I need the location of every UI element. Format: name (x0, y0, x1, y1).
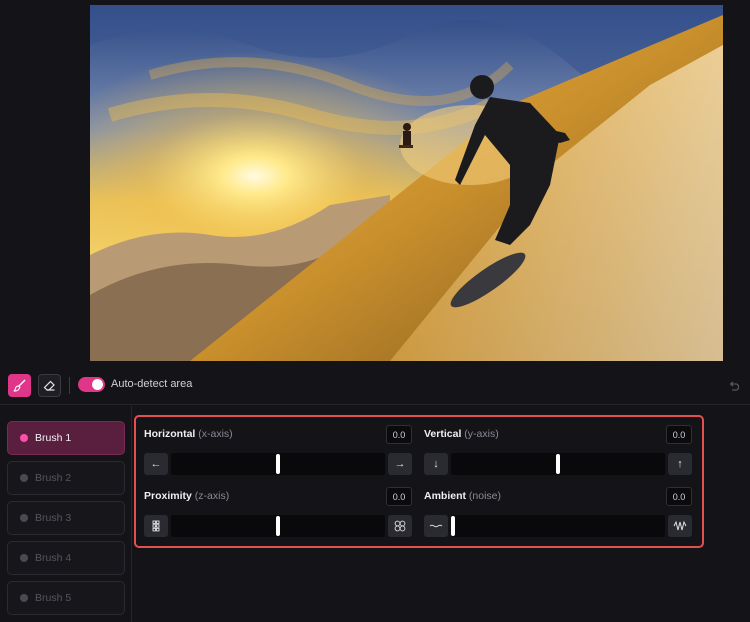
brush-item-3[interactable]: Brush 3 (7, 501, 125, 535)
undo-icon (729, 381, 740, 391)
brush-label: Brush 5 (35, 592, 72, 604)
brush-label: Brush 4 (35, 552, 72, 564)
brush-item-1[interactable]: Brush 1 (7, 421, 125, 455)
proximity-value[interactable]: 0.0 (386, 487, 412, 506)
proximity-title: Proximity (z-axis) (144, 490, 229, 502)
brush-color-dot (20, 554, 28, 562)
brush-item-4[interactable]: Brush 4 (7, 541, 125, 575)
toolbar: Auto-detect area (0, 365, 750, 405)
control-subtitle: (noise) (468, 490, 502, 502)
proximity-control: Proximity (z-axis) 0.0 (144, 487, 412, 543)
vertical-title: Vertical (y-axis) (424, 428, 499, 440)
wave-low-icon (429, 524, 443, 528)
brush-item-5[interactable]: Brush 5 (7, 581, 125, 615)
brush-item-2[interactable]: Brush 2 (7, 461, 125, 495)
toggle-knob (92, 379, 103, 390)
brush-color-dot (20, 474, 28, 482)
brush-color-dot (20, 434, 28, 442)
control-subtitle: (y-axis) (464, 428, 499, 440)
proximity-slider[interactable] (171, 515, 385, 537)
proximity-slider-thumb[interactable] (276, 516, 280, 536)
proximity-decrease-button[interactable] (144, 515, 168, 537)
control-subtitle: (z-axis) (194, 490, 230, 502)
wave-high-icon (673, 520, 687, 531)
ambient-control: Ambient (noise) 0.0 (424, 487, 692, 543)
control-title-text: Horizontal (144, 428, 196, 440)
arrow-down-icon: ↓ (433, 458, 439, 470)
undo-button[interactable] (723, 375, 745, 397)
vertical-control: Vertical (y-axis) 0.0 ↓ ↑ (424, 425, 692, 481)
vertical-increase-button[interactable]: ↑ (668, 453, 692, 475)
horizontal-decrease-button[interactable]: ← (144, 453, 168, 475)
brush-label: Brush 1 (35, 432, 72, 444)
horizontal-title: Horizontal (x-axis) (144, 428, 233, 440)
brush-label: Brush 3 (35, 512, 72, 524)
auto-detect-label: Auto-detect area (111, 378, 193, 390)
brush-label: Brush 2 (35, 472, 72, 484)
ambient-slider[interactable] (451, 515, 665, 537)
arrow-up-icon: ↑ (677, 458, 683, 470)
control-title-text: Ambient (424, 490, 466, 502)
horizontal-control: Horizontal (x-axis) 0.0 ← → (144, 425, 412, 481)
horizontal-value[interactable]: 0.0 (386, 425, 412, 444)
control-subtitle: (x-axis) (198, 428, 233, 440)
shrink-icon (152, 520, 160, 532)
photo-preview[interactable] (90, 5, 723, 361)
horizontal-slider-thumb[interactable] (276, 454, 280, 474)
control-title-text: Vertical (424, 428, 462, 440)
brush-color-dot (20, 514, 28, 522)
snowboard-scene (90, 5, 723, 361)
vertical-decrease-button[interactable]: ↓ (424, 453, 448, 475)
ambient-decrease-button[interactable] (424, 515, 448, 537)
horizontal-slider[interactable] (171, 453, 385, 475)
adjustment-controls: Horizontal (x-axis) 0.0 ← → Vertical (y-… (134, 415, 704, 548)
brush-sidebar: Brush 1 Brush 2 Brush 3 Brush 4 Brush 5 (0, 406, 132, 622)
control-title-text: Proximity (144, 490, 192, 502)
ambient-title: Ambient (noise) (424, 490, 501, 502)
proximity-increase-button[interactable] (388, 515, 412, 537)
vertical-slider[interactable] (451, 453, 665, 475)
eraser-icon (43, 380, 55, 391)
ambient-value[interactable]: 0.0 (666, 487, 692, 506)
paintbrush-icon (13, 379, 26, 392)
arrow-left-icon: ← (150, 458, 162, 470)
toolbar-divider (69, 377, 70, 394)
brush-tool-button[interactable] (8, 374, 31, 397)
eraser-tool-button[interactable] (38, 374, 61, 397)
horizontal-increase-button[interactable]: → (388, 453, 412, 475)
vertical-value[interactable]: 0.0 (666, 425, 692, 444)
arrow-right-icon: → (394, 458, 406, 470)
preview-area (0, 0, 750, 365)
brush-color-dot (20, 594, 28, 602)
auto-detect-toggle[interactable] (78, 377, 105, 392)
ambient-increase-button[interactable] (668, 515, 692, 537)
expand-icon (394, 520, 406, 532)
ambient-slider-thumb[interactable] (451, 516, 455, 536)
vertical-slider-thumb[interactable] (556, 454, 560, 474)
